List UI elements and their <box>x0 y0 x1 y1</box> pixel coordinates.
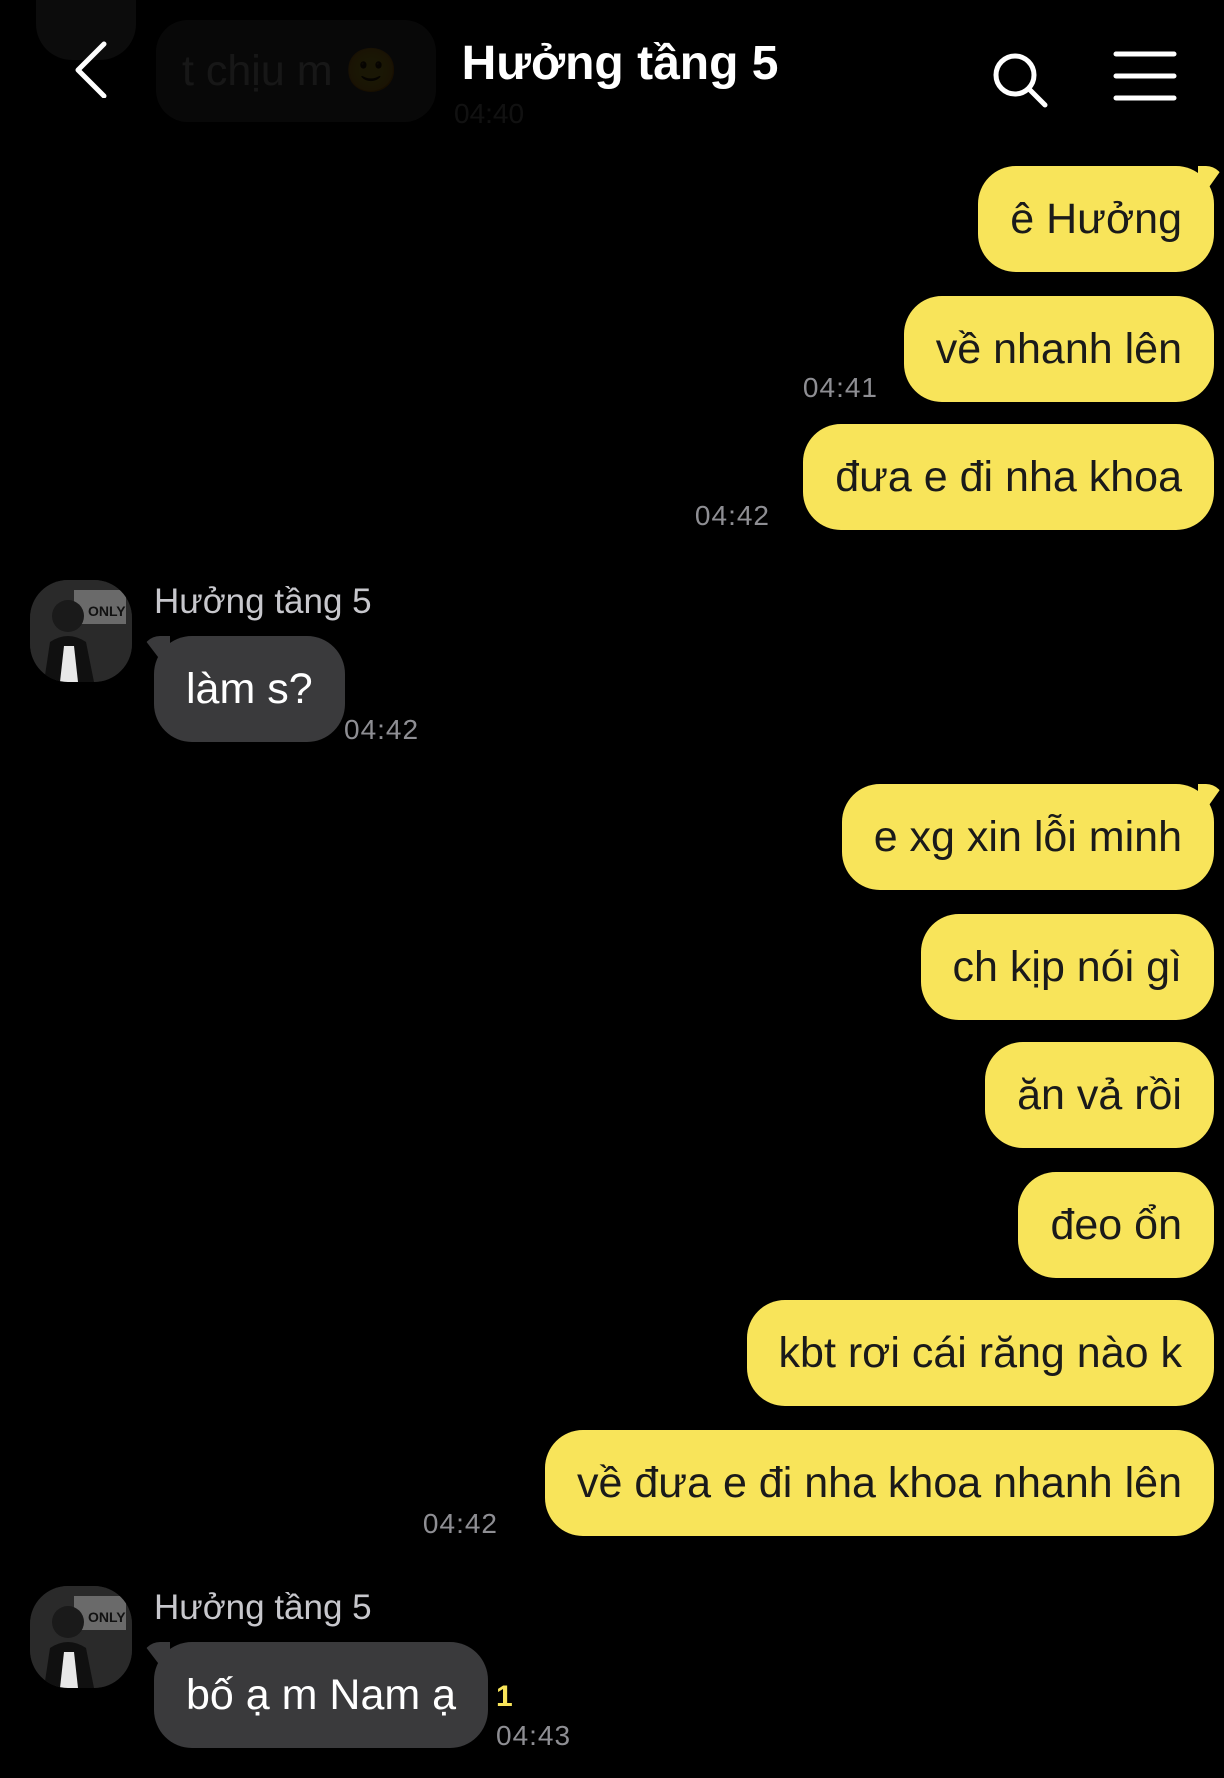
incoming-message[interactable]: làm s? <box>154 636 345 742</box>
outgoing-message[interactable]: kbt rơi cái răng nào k <box>746 1300 1214 1406</box>
message-text: ch kịp nói gì <box>952 943 1182 991</box>
outgoing-message[interactable]: e xg xin lỗi minh <box>841 784 1214 890</box>
outgoing-message[interactable]: về đưa e đi nha khoa nhanh lên <box>545 1430 1214 1536</box>
message-text: về đưa e đi nha khoa nhanh lên <box>577 1459 1182 1507</box>
search-icon[interactable] <box>990 50 1050 110</box>
avatar-photo: ONLY <box>30 1586 132 1688</box>
outgoing-message[interactable]: ê Hưởng <box>978 166 1214 272</box>
incoming-message[interactable]: bố ạ m Nam ạ <box>154 1642 489 1748</box>
chat-title: Hưởng tầng 5 <box>461 37 779 90</box>
message-text: ê Hưởng <box>1010 195 1182 243</box>
message-text: kbt rơi cái răng nào k <box>778 1329 1182 1377</box>
message-text: làm s? <box>186 665 313 713</box>
contact-avatar[interactable]: ONLY <box>30 1586 132 1688</box>
message-text: bố ạ m Nam ạ <box>186 1671 457 1719</box>
avatar-badge-text: ONLY <box>88 603 126 619</box>
message-text: đưa e đi nha khoa <box>835 453 1182 501</box>
message-text: đeo ổn <box>1050 1201 1182 1249</box>
avatar-badge-text: ONLY <box>88 1609 126 1625</box>
outgoing-message[interactable]: đưa e đi nha khoa <box>803 424 1214 530</box>
message-time: 04:43 <box>496 1720 572 1751</box>
message-time: 04:42 <box>344 714 420 745</box>
message-text: e xg xin lỗi minh <box>873 813 1182 861</box>
unread-count-badge: 1 <box>496 1680 513 1713</box>
sender-name: Hưởng tầng 5 <box>154 582 372 621</box>
chat-header: Hưởng tầng 5 <box>0 0 1224 140</box>
message-time: 04:41 <box>802 372 878 403</box>
outgoing-message[interactable]: ăn vả rồi <box>985 1042 1214 1148</box>
message-time: 04:42 <box>422 1508 498 1539</box>
chat-screen: t chịu m 🙂 04:40 Hưởng tầng 5 ê Hưởng về… <box>0 0 1224 1778</box>
message-text: ăn vả rồi <box>1017 1071 1182 1119</box>
avatar-photo: ONLY <box>30 580 132 682</box>
outgoing-message[interactable]: về nhanh lên <box>903 296 1214 402</box>
outgoing-message[interactable]: ch kịp nói gì <box>920 914 1214 1020</box>
sender-name: Hưởng tầng 5 <box>154 1588 372 1627</box>
chevron-left-icon[interactable] <box>66 38 126 98</box>
outgoing-message[interactable]: đeo ổn <box>1018 1172 1214 1278</box>
contact-avatar[interactable]: ONLY <box>30 580 132 682</box>
message-time: 04:42 <box>694 500 770 531</box>
menu-icon[interactable] <box>1112 48 1178 104</box>
message-text: về nhanh lên <box>935 325 1182 373</box>
